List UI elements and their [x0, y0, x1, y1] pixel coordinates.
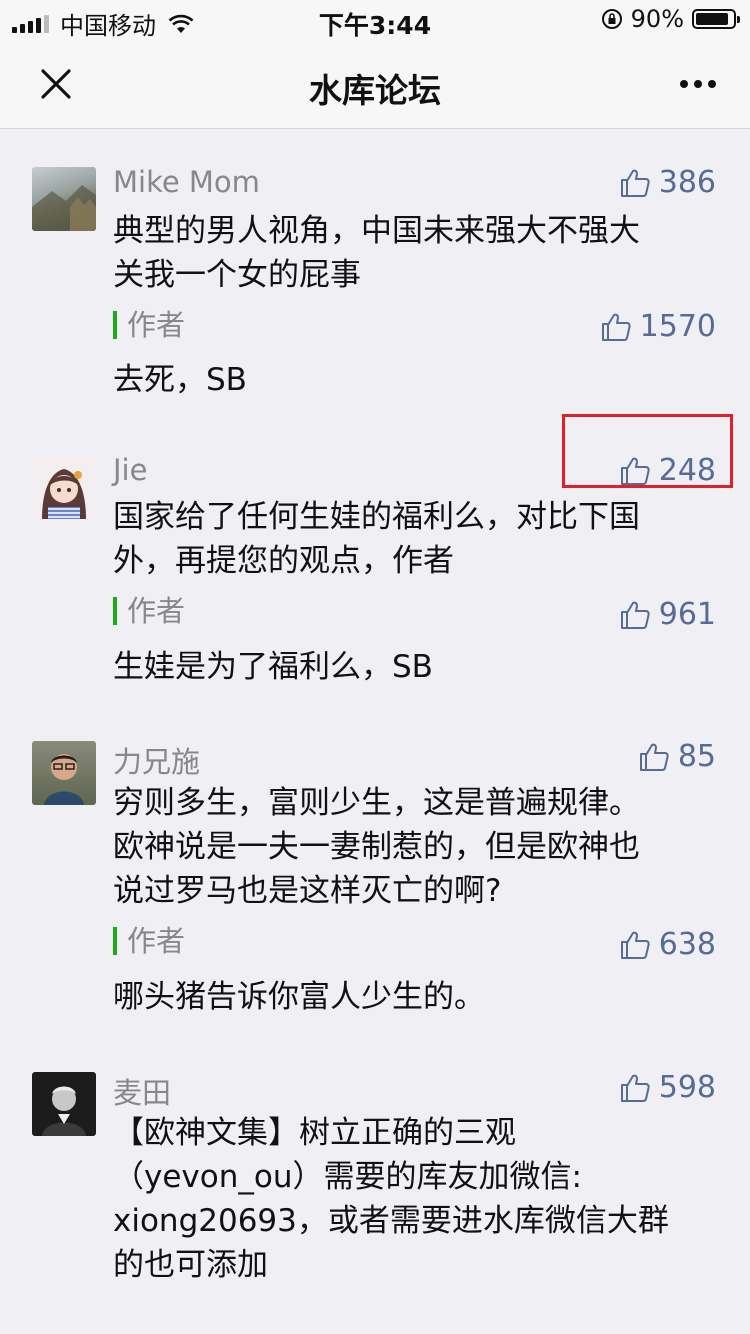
highlight-box — [562, 414, 733, 488]
thumbs-up-icon — [620, 1074, 650, 1102]
author-reply: 生娃是为了福利么，SB — [113, 649, 433, 685]
avatar[interactable] — [32, 741, 96, 805]
comment-line: 的也可添加 — [113, 1247, 268, 1283]
user-name: 力兄施 — [113, 745, 201, 779]
thumbs-up-icon — [620, 601, 650, 629]
user-name: Mike Mom — [113, 165, 260, 199]
comment-text: 穷则多生，富则少生，这是普遍规律。 欧神说是一夫一妻制惹的，但是欧神也 说过罗马… — [113, 781, 703, 913]
comment-line: 外，再提您的观点，作者 — [113, 543, 454, 579]
comment-text: 国家给了任何生娃的福利么，对比下国 外，再提您的观点，作者 — [113, 495, 703, 583]
avatar[interactable] — [32, 455, 96, 519]
reply-like-button[interactable]: 1570 — [600, 309, 716, 344]
comment-text: 【欧神文集】树立正确的三观 （yevon_ou）需要的库友加微信: xiong2… — [113, 1111, 703, 1287]
author-reply: 哪头猪告诉你富人少生的。 — [113, 979, 485, 1015]
thumbs-up-icon — [620, 931, 650, 959]
comment-line: xiong20693，或者需要进水库微信大群 — [113, 1203, 669, 1239]
comment-line: 穷则多生，富则少生，这是普遍规律。 — [113, 785, 640, 821]
like-count: 1570 — [639, 309, 716, 344]
avatar[interactable] — [32, 1072, 96, 1136]
user-name: Jie — [113, 453, 148, 487]
avatar[interactable] — [32, 167, 96, 231]
battery-percent: 90% — [630, 5, 684, 33]
reply-like-button[interactable]: 961 — [619, 597, 716, 632]
comment-line: （yevon_ou）需要的库友加微信: — [113, 1159, 582, 1195]
comment-line: 说过罗马也是这样灭亡的啊? — [113, 873, 502, 909]
comment-line: 【欧神文集】树立正确的三观 — [113, 1115, 516, 1151]
comment-text: 典型的男人视角，中国未来强大不强大 关我一个女的屁事 — [113, 209, 703, 297]
like-button[interactable]: 85 — [638, 739, 716, 774]
navigation-bar: 水库论坛 — [0, 40, 750, 129]
author-label: 作者 — [113, 311, 185, 340]
comment-line: 典型的男人视角，中国未来强大不强大 — [113, 213, 640, 249]
battery-icon — [692, 9, 740, 29]
like-count: 85 — [677, 739, 716, 774]
like-button[interactable]: 598 — [619, 1070, 716, 1105]
like-count: 638 — [658, 927, 716, 962]
user-name: 麦田 — [113, 1076, 172, 1110]
thumbs-up-icon — [639, 743, 669, 771]
thumbs-up-icon — [620, 169, 650, 197]
thumbs-up-icon — [601, 313, 631, 341]
page-title: 水库论坛 — [309, 71, 441, 110]
author-label: 作者 — [113, 927, 185, 956]
like-count: 598 — [658, 1070, 716, 1105]
like-count: 386 — [658, 165, 716, 200]
author-reply: 去死，SB — [113, 362, 247, 398]
reply-like-button[interactable]: 638 — [619, 927, 716, 962]
author-label: 作者 — [113, 597, 185, 626]
like-button[interactable]: 386 — [619, 165, 716, 200]
like-count: 961 — [658, 597, 716, 632]
more-icon[interactable] — [674, 80, 716, 88]
status-bar: 中国移动 下午3:44 90% — [0, 0, 750, 40]
comment-line: 关我一个女的屁事 — [113, 257, 361, 293]
rotation-lock-icon — [601, 9, 622, 29]
comment-line: 国家给了任何生娃的福利么，对比下国 — [113, 499, 640, 535]
comment-line: 欧神说是一夫一妻制惹的，但是欧神也 — [113, 829, 640, 865]
